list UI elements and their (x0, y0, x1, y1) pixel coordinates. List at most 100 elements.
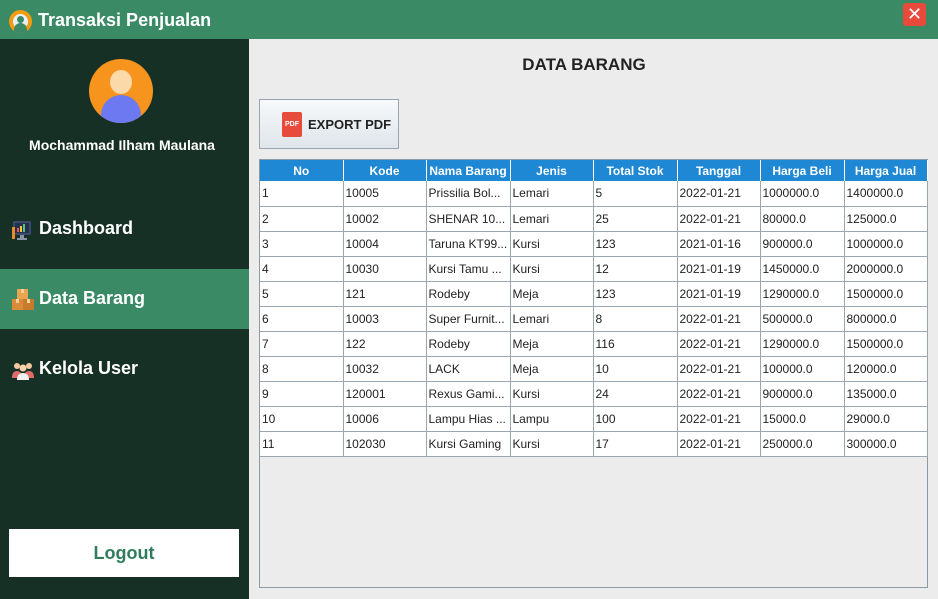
table-cell[interactable]: Super Furnit... (426, 306, 511, 332)
table-cell[interactable]: 10005 (343, 181, 427, 207)
table-cell[interactable]: SHENAR 10... (426, 206, 511, 232)
table-cell[interactable]: LACK (426, 356, 511, 382)
table-cell[interactable]: 7 (260, 331, 344, 357)
sidebar-item-kelola-user[interactable]: Kelola User (0, 339, 249, 399)
table-cell[interactable]: 11 (260, 431, 344, 457)
table-cell[interactable]: Lampu Hias ... (426, 406, 511, 432)
table-cell[interactable]: 12 (593, 256, 678, 282)
export-pdf-button[interactable]: PDF EXPORT PDF (259, 99, 399, 149)
table-cell[interactable]: 1400000.0 (844, 181, 928, 207)
table-row[interactable]: 5 121 Rodeby Meja 123 2021-01-19 1290000.0 1500… (260, 281, 928, 307)
table-cell[interactable]: Kursi (510, 381, 594, 407)
table-cell[interactable]: 120000.0 (844, 356, 928, 382)
table-cell[interactable]: 24 (593, 381, 678, 407)
table-cell[interactable]: 135000.0 (844, 381, 928, 407)
table-cell[interactable]: 10 (593, 356, 678, 382)
table-cell[interactable]: 500000.0 (760, 306, 845, 332)
table-cell[interactable]: 900000.0 (760, 231, 845, 257)
table-cell[interactable]: Kursi Tamu ... (426, 256, 511, 282)
table-cell[interactable]: 25 (593, 206, 678, 232)
table-cell[interactable]: Lemari (510, 181, 594, 207)
table-cell[interactable]: Rodeby (426, 331, 511, 357)
column-header[interactable]: Kode (343, 160, 427, 181)
table-cell[interactable]: Taruna KT99... (426, 231, 511, 257)
table-cell[interactable]: Kursi (510, 231, 594, 257)
column-header[interactable]: Jenis (510, 160, 594, 181)
table-cell[interactable]: 2022-01-21 (677, 356, 761, 382)
table-cell[interactable]: 1 (260, 181, 344, 207)
table-cell[interactable]: Meja (510, 331, 594, 357)
table-cell[interactable]: Prissilia Bol... (426, 181, 511, 207)
table-cell[interactable]: 8 (260, 356, 344, 382)
table-cell[interactable]: 1290000.0 (760, 281, 845, 307)
column-header[interactable]: Tanggal (677, 160, 761, 181)
table-cell[interactable]: 2022-01-21 (677, 306, 761, 332)
table-cell[interactable]: Meja (510, 356, 594, 382)
table-cell[interactable]: 120001 (343, 381, 427, 407)
table-cell[interactable]: 1500000.0 (844, 281, 928, 307)
table-cell[interactable]: 250000.0 (760, 431, 845, 457)
table-cell[interactable]: 100 (593, 406, 678, 432)
table-cell[interactable]: 2021-01-19 (677, 256, 761, 282)
table-cell[interactable]: 10 (260, 406, 344, 432)
table-cell[interactable]: 2022-01-21 (677, 406, 761, 432)
table-cell[interactable]: 2022-01-21 (677, 331, 761, 357)
table-cell[interactable]: 10004 (343, 231, 427, 257)
table-cell[interactable]: Rodeby (426, 281, 511, 307)
table-cell[interactable]: Lemari (510, 206, 594, 232)
table-cell[interactable]: 1450000.0 (760, 256, 845, 282)
column-header[interactable]: Harga Jual (844, 160, 928, 181)
table-row[interactable]: 9 120001 Rexus Gami... Kursi 24 2022-01-21 900… (260, 381, 928, 407)
column-header[interactable]: No (260, 160, 344, 181)
column-header[interactable]: Nama Barang (426, 160, 511, 181)
table-cell[interactable]: 10002 (343, 206, 427, 232)
table-cell[interactable]: Kursi (510, 431, 594, 457)
table-cell[interactable]: 800000.0 (844, 306, 928, 332)
table-cell[interactable]: 5 (260, 281, 344, 307)
table-cell[interactable]: 10030 (343, 256, 427, 282)
table-cell[interactable]: 2022-01-21 (677, 181, 761, 207)
table-cell[interactable]: Meja (510, 281, 594, 307)
sidebar-item-data-barang[interactable]: Data Barang (0, 269, 249, 329)
table-cell[interactable]: 2000000.0 (844, 256, 928, 282)
column-header[interactable]: Harga Beli (760, 160, 845, 181)
table-cell[interactable]: 1290000.0 (760, 331, 845, 357)
sidebar-item-dashboard[interactable]: Dashboard (0, 199, 249, 259)
table-cell[interactable]: 6 (260, 306, 344, 332)
table-cell[interactable]: 2021-01-19 (677, 281, 761, 307)
table-cell[interactable]: 2022-01-21 (677, 206, 761, 232)
table-cell[interactable]: 2021-01-16 (677, 231, 761, 257)
table-cell[interactable]: 116 (593, 331, 678, 357)
table-cell[interactable]: 2 (260, 206, 344, 232)
table-cell[interactable]: 4 (260, 256, 344, 282)
table-cell[interactable]: Rexus Gami... (426, 381, 511, 407)
table-cell[interactable]: 10032 (343, 356, 427, 382)
table-cell[interactable]: 1000000.0 (760, 181, 845, 207)
table-cell[interactable]: Kursi (510, 256, 594, 282)
table-cell[interactable]: 10003 (343, 306, 427, 332)
table-cell[interactable]: 1500000.0 (844, 331, 928, 357)
table-cell[interactable]: 2022-01-21 (677, 431, 761, 457)
table-cell[interactable]: 9 (260, 381, 344, 407)
table-cell[interactable]: 100000.0 (760, 356, 845, 382)
table-row[interactable]: 6 10003 Super Furnit... Lemari 8 2022-01-21 50… (260, 306, 928, 332)
logout-button[interactable]: Logout (9, 529, 239, 577)
table-cell[interactable]: 3 (260, 231, 344, 257)
table-cell[interactable]: 900000.0 (760, 381, 845, 407)
table-cell[interactable]: Lemari (510, 306, 594, 332)
table-row[interactable]: 11 102030 Kursi Gaming Kursi 17 2022-01-21 250… (260, 431, 928, 457)
table-cell[interactable]: 10006 (343, 406, 427, 432)
table-cell[interactable]: 2022-01-21 (677, 381, 761, 407)
table-cell[interactable]: 125000.0 (844, 206, 928, 232)
table-cell[interactable]: 102030 (343, 431, 427, 457)
table-cell[interactable]: 300000.0 (844, 431, 928, 457)
table-cell[interactable]: 123 (593, 281, 678, 307)
table-cell[interactable]: Lampu (510, 406, 594, 432)
table-cell[interactable]: 121 (343, 281, 427, 307)
table-cell[interactable]: 5 (593, 181, 678, 207)
column-header[interactable]: Total Stok (593, 160, 678, 181)
close-button[interactable]: ✕ (903, 3, 926, 26)
table-row[interactable]: 4 10030 Kursi Tamu ... Kursi 12 2021-01-19 145… (260, 256, 928, 282)
table-cell[interactable]: 123 (593, 231, 678, 257)
table-row[interactable]: 8 10032 LACK Meja 10 2022-01-21 100000.0 120000… (260, 356, 928, 382)
